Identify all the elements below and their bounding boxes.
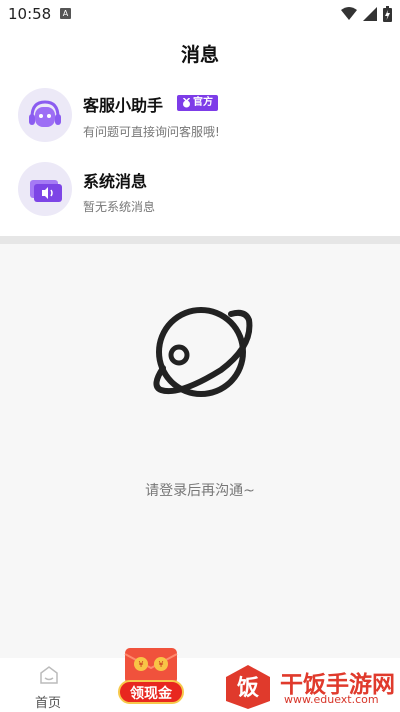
- planet-icon: [153, 307, 253, 397]
- official-badge: 官方: [177, 95, 218, 111]
- status-bar: 10:58 A: [0, 0, 400, 28]
- message-title: 客服小助手: [83, 96, 164, 115]
- medal-icon: [182, 98, 191, 108]
- watermark-seal-icon: 饭: [226, 665, 270, 709]
- empty-state-text: 请登录后再沟通~: [145, 483, 255, 499]
- wifi-icon: [341, 7, 357, 20]
- bottom-nav: 首页 ¥ ¥ 领现金 饭 干饭手游网 www.eduext.com: [0, 648, 400, 712]
- page-title: 消息: [180, 44, 219, 66]
- message-subtitle: 暂无系统消息: [83, 200, 156, 214]
- signal-icon: [363, 7, 377, 21]
- home-icon: [40, 666, 58, 684]
- svg-text:¥: ¥: [138, 660, 143, 669]
- nav-home[interactable]: 首页: [22, 662, 74, 712]
- svg-text:饭: 饭: [237, 675, 259, 701]
- badge-label: 官方: [193, 97, 213, 108]
- notification-icon: A: [60, 8, 71, 19]
- battery-icon: [383, 6, 392, 22]
- message-title: 系统消息: [83, 172, 148, 191]
- section-divider: [0, 236, 400, 244]
- status-icons: [341, 6, 392, 22]
- message-list: 客服小助手 官方 有问题可直接询问客服哦! 系统消息 暂无系统消息: [0, 78, 400, 236]
- status-time: 10:58: [8, 5, 52, 23]
- avatar: [18, 162, 72, 216]
- watermark: 饭 干饭手游网 www.eduext.com: [222, 663, 397, 711]
- svg-text:¥: ¥: [158, 660, 163, 669]
- page-header: 消息: [0, 28, 400, 78]
- avatar: [18, 88, 72, 142]
- get-cash-button[interactable]: ¥ ¥ 领现金: [110, 640, 192, 712]
- list-item-system-messages[interactable]: 系统消息 暂无系统消息: [0, 154, 400, 230]
- message-subtitle: 有问题可直接询问客服哦!: [83, 125, 220, 139]
- robot-headset-icon: [29, 100, 61, 127]
- watermark-url: www.eduext.com: [284, 693, 379, 706]
- get-cash-label: 领现金: [118, 680, 184, 704]
- empty-state: 请登录后再沟通~: [0, 244, 400, 658]
- speaker-monitor-icon: [30, 180, 62, 202]
- nav-home-label: 首页: [34, 696, 61, 711]
- list-item-customer-service[interactable]: 客服小助手 官方 有问题可直接询问客服哦!: [0, 78, 400, 154]
